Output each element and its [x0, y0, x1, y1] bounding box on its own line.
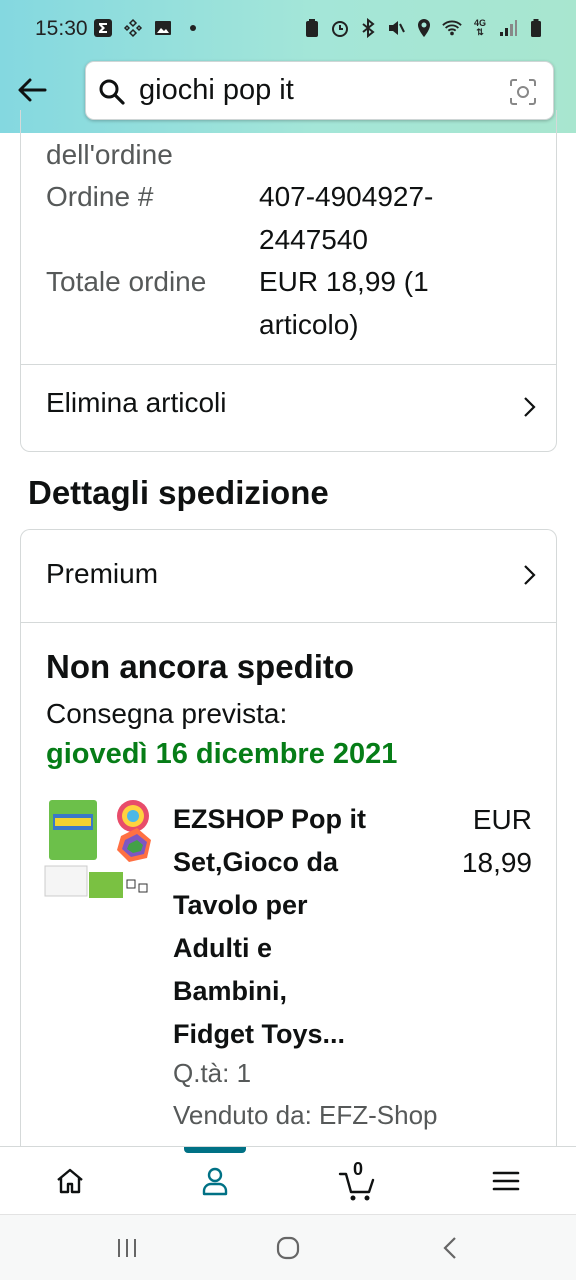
user-icon — [202, 1167, 228, 1196]
search-input[interactable]: giochi pop it — [139, 74, 294, 107]
signal-icon — [498, 18, 518, 38]
order-number-label: Ordine # — [46, 181, 154, 212]
alarm-icon — [330, 18, 350, 38]
product-title-line: Bambini, — [173, 976, 288, 1006]
shipment-status-title: Non ancora spedito — [46, 648, 355, 685]
product-thumbnail[interactable] — [43, 796, 155, 908]
camera-scan-icon[interactable] — [509, 78, 537, 106]
gallery-icon — [153, 18, 173, 38]
order-total-label: Totale ordine — [46, 266, 207, 297]
search-icon — [99, 79, 125, 105]
nav-menu[interactable] — [471, 1147, 541, 1215]
home-circle-icon — [276, 1236, 300, 1260]
nav-account[interactable] — [180, 1147, 250, 1215]
chevron-right-icon — [524, 565, 536, 585]
menu-icon — [492, 1171, 520, 1191]
chevron-right-icon — [524, 397, 536, 417]
product-seller: Venduto da: EFZ-Shop — [173, 1100, 438, 1130]
system-navigation-bar — [0, 1214, 576, 1280]
product-title-line: Set,Gioco da — [173, 847, 339, 877]
delivery-estimate-date: giovedì 16 dicembre 2021 — [46, 738, 398, 770]
product-title[interactable]: EZSHOP Pop it Set,Gioco da Tavolo per Ad… — [173, 798, 423, 1056]
order-total-value-1: EUR 18,99 (1 — [259, 266, 429, 297]
order-date-label-partial: dell'ordine — [46, 139, 173, 170]
cart-count: 0 — [352, 1159, 363, 1179]
price-currency: EUR — [472, 804, 532, 835]
product-quantity: Q.tà: 1 — [173, 1058, 252, 1088]
chevron-left-icon — [443, 1237, 456, 1259]
shipping-section-title: Dettagli spedizione — [28, 474, 329, 511]
bottom-navigation: 0 — [0, 1146, 576, 1214]
back-arrow-icon — [18, 78, 47, 102]
nav-cart[interactable]: 0 — [323, 1147, 393, 1215]
status-bar: 15:30 4G ⇅ — [0, 0, 576, 58]
data-arrows-icon: ⇅ — [476, 27, 484, 37]
delivery-estimate-label: Consegna prevista: — [46, 698, 288, 729]
recent-apps-button[interactable] — [110, 1233, 144, 1263]
shipping-card: Premium Non ancora spedito Consegna prev… — [20, 529, 557, 1169]
binance-icon — [123, 18, 143, 38]
nav-home[interactable] — [35, 1147, 105, 1215]
status-time: 15:30 — [35, 17, 88, 40]
bluetooth-icon — [358, 18, 378, 38]
order-number-value-1: 407-4904927- — [259, 181, 434, 212]
delete-items-row[interactable]: Elimina articoli — [21, 365, 556, 451]
back-button[interactable] — [12, 70, 52, 110]
delete-items-label: Elimina articoli — [46, 387, 227, 418]
shipping-method-row[interactable]: Premium — [21, 530, 556, 616]
wifi-icon — [442, 18, 462, 38]
battery-icon — [526, 18, 546, 38]
recent-apps-icon — [118, 1239, 136, 1257]
order-number-value-2: 2447540 — [259, 224, 369, 255]
product-title-line: Adulti e — [173, 933, 272, 963]
home-icon — [57, 1168, 83, 1194]
mobile-data-icon: 4G ⇅ — [470, 18, 490, 38]
product-title-line: Tavolo per — [173, 890, 308, 920]
dot-icon — [183, 18, 203, 38]
system-back-button[interactable] — [433, 1233, 467, 1263]
product-price: EUR 18,99 — [412, 798, 532, 884]
product-image — [44, 800, 151, 898]
product-title-line: Fidget Toys... — [173, 1019, 346, 1049]
home-button[interactable] — [271, 1233, 305, 1263]
divider — [21, 622, 556, 623]
price-amount: 18,99 — [461, 847, 532, 878]
mute-icon — [386, 18, 406, 38]
sigma-app-icon — [93, 18, 113, 38]
battery-saver-icon — [302, 18, 322, 38]
order-summary-card: dell'ordine Ordine # 407-4904927- 244754… — [20, 110, 557, 452]
status-notification-icons — [93, 18, 203, 38]
status-system-icons: 4G ⇅ — [302, 18, 546, 38]
shipping-method-label: Premium — [46, 558, 159, 589]
product-title-line: EZSHOP Pop it — [173, 804, 367, 834]
location-icon — [414, 18, 434, 38]
order-total-value-2: articolo) — [259, 309, 359, 340]
